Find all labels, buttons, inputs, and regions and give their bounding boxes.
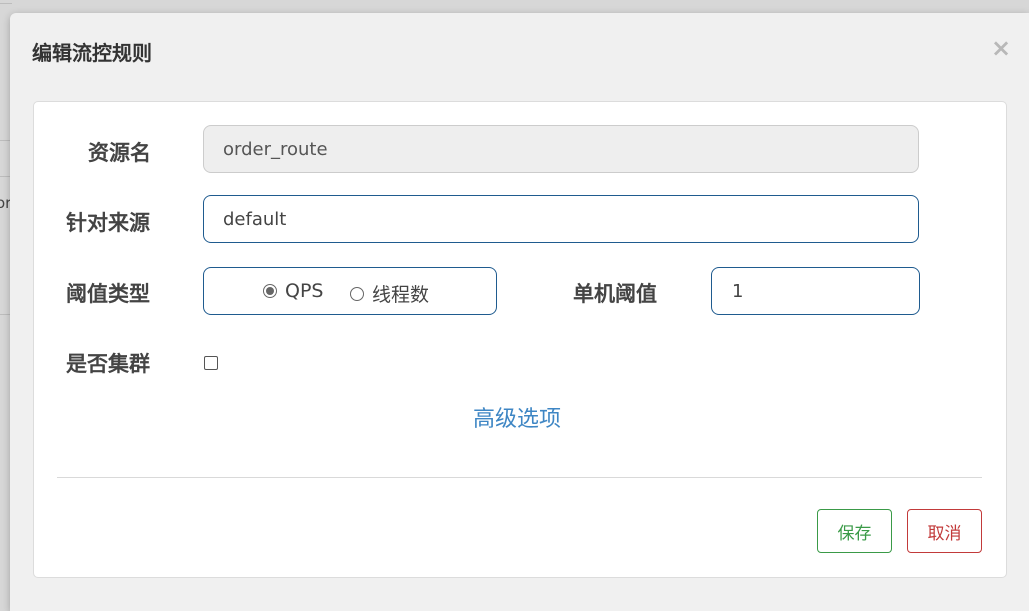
radio-option-threads[interactable]: 线程数 bbox=[350, 280, 429, 307]
form-panel: 资源名 针对来源 阈值类型 QPS 线程数 单机阈值 是否集群 高级选项 保存 … bbox=[33, 101, 1007, 578]
limit-app-label: 针对来源 bbox=[66, 211, 150, 235]
resource-name-input[interactable] bbox=[203, 125, 919, 173]
cluster-mode-checkbox[interactable] bbox=[204, 356, 218, 370]
dialog-title: 编辑流控规则 bbox=[32, 41, 152, 65]
resource-name-label: 资源名 bbox=[88, 141, 151, 165]
edit-flow-rule-dialog: 编辑流控规则 × 资源名 针对来源 阈值类型 QPS 线程数 单机阈值 是否集群… bbox=[10, 13, 1029, 611]
background-divider bbox=[0, 3, 12, 4]
radio-label-threads: 线程数 bbox=[372, 284, 430, 306]
radio-label-qps: QPS bbox=[285, 280, 324, 302]
single-threshold-input[interactable] bbox=[711, 267, 920, 315]
cluster-mode-label: 是否集群 bbox=[66, 352, 150, 376]
threshold-type-label: 阈值类型 bbox=[66, 282, 150, 306]
close-button[interactable]: × bbox=[988, 35, 1014, 61]
save-button[interactable]: 保存 bbox=[817, 509, 892, 553]
radio-unchecked-icon[interactable] bbox=[350, 286, 364, 301]
close-icon: × bbox=[990, 34, 1012, 62]
footer-divider bbox=[57, 477, 982, 478]
advanced-options-link[interactable]: 高级选项 bbox=[473, 405, 561, 435]
radio-option-qps[interactable]: QPS bbox=[263, 280, 323, 302]
single-threshold-label: 单机阈值 bbox=[573, 282, 657, 306]
cancel-button[interactable]: 取消 bbox=[907, 509, 982, 553]
radio-checked-icon[interactable] bbox=[263, 284, 277, 298]
threshold-type-radio-group: QPS 线程数 bbox=[203, 267, 497, 315]
limit-app-input[interactable] bbox=[203, 195, 919, 243]
